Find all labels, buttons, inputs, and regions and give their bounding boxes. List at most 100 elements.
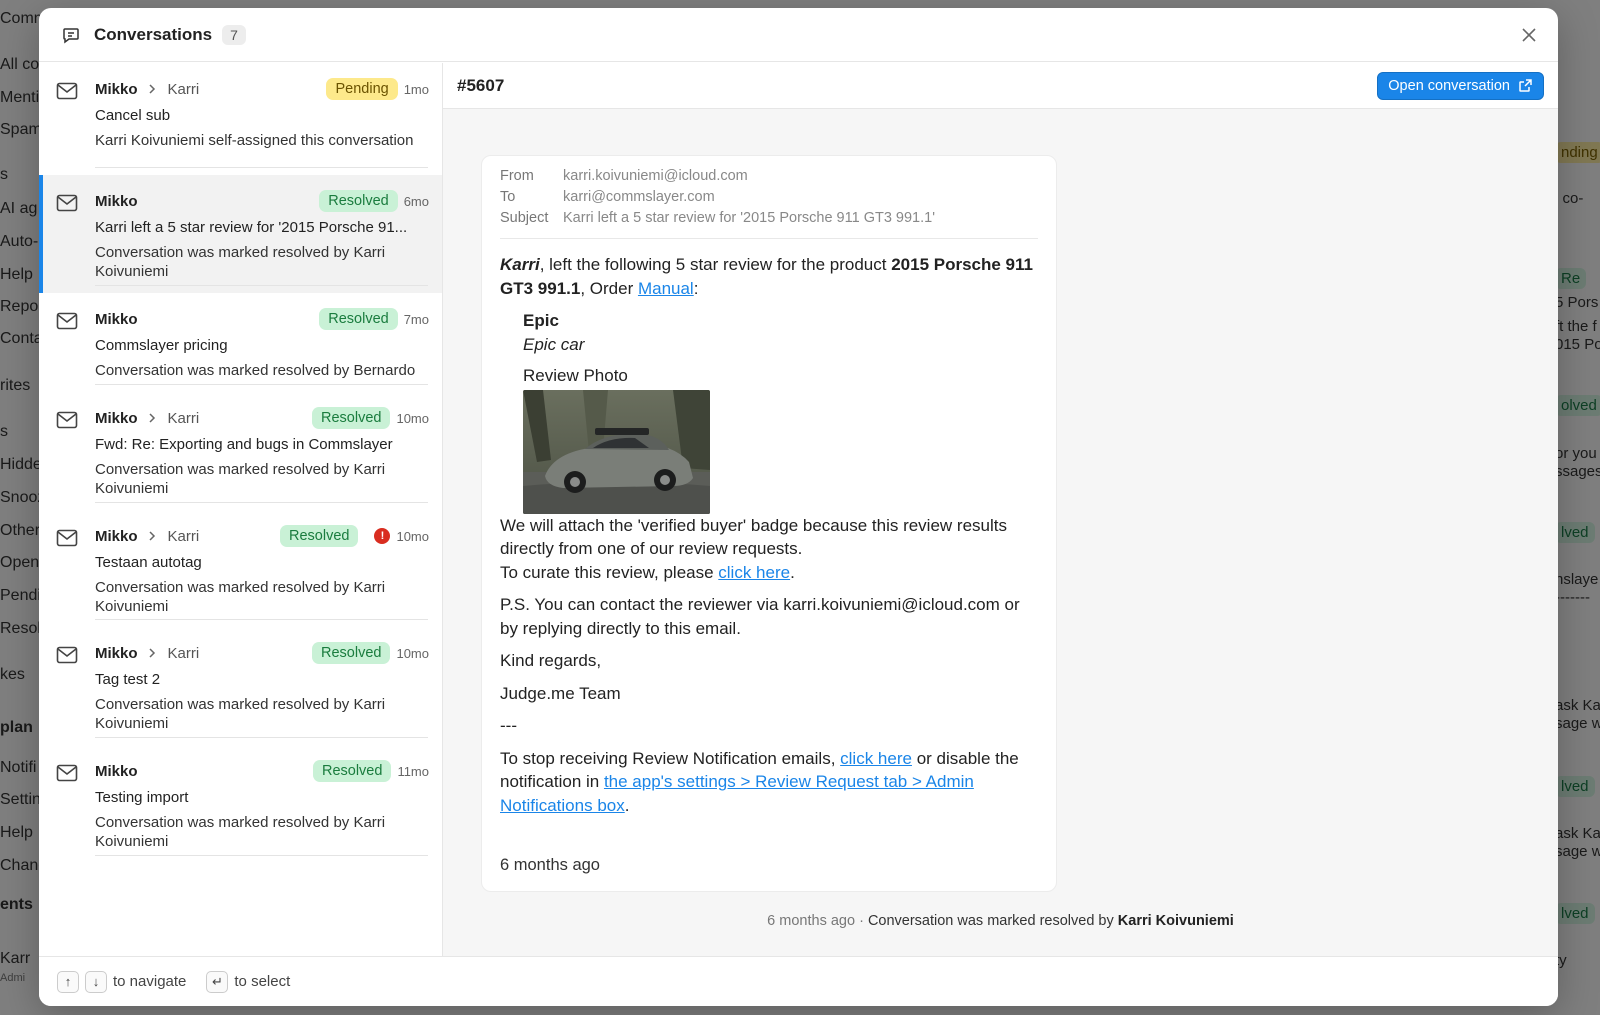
conversation-description: Conversation was marked resolved by Karr… (95, 696, 386, 732)
conversation-count-badge: 7 (222, 24, 246, 45)
conversation-item[interactable]: Mikko Resolved 7mo Commslayer pricing Conver… (39, 293, 442, 392)
open-conversation-label: Open conversation (1388, 77, 1510, 94)
conversation-description: Conversation was marked resolved by Karr… (95, 244, 386, 280)
keyboard-hints-footer: ↑ ↓ to navigate ↵ to select (39, 956, 1558, 1006)
activity-time: 6 months ago (767, 913, 856, 929)
conversation-from: Mikko (95, 310, 138, 328)
modal-header: Conversations 7 (39, 8, 1558, 62)
ps-paragraph: P.S. You can contact the reviewer via ka… (500, 595, 1020, 638)
from-value: karri.koivuniemi@icloud.com (563, 168, 748, 184)
conversation-item[interactable]: Mikko Karri Resolved 10mo Tag test 2 Conversa… (39, 627, 442, 745)
conversation-subject: Commslayer pricing (95, 337, 228, 354)
unsubscribe-link[interactable]: click here (840, 749, 912, 768)
reviewer-name: Karri (500, 255, 540, 274)
detail-header: #5607 Open conversation (443, 63, 1558, 109)
chevron-right-icon (148, 413, 158, 423)
list-separator (95, 619, 428, 620)
conversation-time: 10mo (396, 645, 429, 661)
conversation-time: 7mo (403, 311, 429, 327)
list-separator (95, 502, 428, 503)
conversation-description: Conversation was marked resolved by Karr… (95, 579, 386, 615)
conversation-detail: #5607 Open conversation From karri.koivu… (443, 63, 1558, 956)
chevron-right-icon (148, 84, 158, 94)
curate-link[interactable]: click here (718, 563, 790, 582)
conversation-time: 6mo (403, 193, 429, 209)
curate-text: To curate this review, please (500, 562, 719, 582)
conversations-modal: Conversations 7 Mikko Karri Pending 1mo Canc… (39, 8, 1558, 1006)
status-badge: Pending (326, 78, 398, 100)
review-quote: Epic Epic car Review Photo (523, 309, 1038, 514)
order-link[interactable]: Manual (638, 279, 694, 298)
period-2: . (624, 795, 630, 815)
conversation-description: Conversation was marked resolved by Karr… (95, 814, 386, 850)
envelope-icon (56, 194, 78, 212)
status-badge: Resolved (312, 642, 391, 664)
conversation-to: Karri (167, 527, 200, 545)
chevron-right-icon (148, 648, 158, 658)
envelope-icon (56, 764, 78, 782)
conversation-subject: Karri left a 5 star review for '2015 Por… (95, 219, 408, 236)
list-separator (95, 384, 428, 385)
subject-value: Karri left a 5 star review for '2015 Por… (563, 210, 935, 226)
subject-label: Subject (500, 210, 549, 226)
conversation-to: Karri (167, 409, 200, 427)
close-button[interactable] (1518, 24, 1540, 46)
envelope-icon (56, 529, 78, 547)
open-conversation-button[interactable]: Open conversation (1377, 71, 1544, 100)
conversation-item[interactable]: Mikko Karri Resolved 10mo Fwd: Re: Exporting… (39, 392, 442, 510)
to-label: To (500, 189, 516, 205)
conversation-subject: Cancel sub (95, 107, 171, 124)
enter-key: ↵ (206, 970, 229, 993)
arrow-up-key: ↑ (57, 970, 79, 993)
badge-paragraph: We will attach the 'verified buyer' badg… (500, 515, 1007, 559)
list-separator (95, 855, 428, 856)
review-photo[interactable] (523, 389, 710, 514)
team-signature: Judge.me Team (500, 683, 621, 703)
activity-text: Conversation was marked resolved by (867, 913, 1118, 929)
divider-text: --- (500, 716, 517, 735)
list-separator (95, 167, 428, 168)
review-photo-label: Review Photo (523, 366, 628, 385)
external-link-icon (1519, 79, 1532, 92)
envelope-icon (56, 82, 78, 100)
conversation-time: 10mo (396, 410, 429, 426)
conversation-time: 11mo (397, 763, 429, 779)
conversation-list: Mikko Karri Pending 1mo Cancel sub Karri Koiv… (39, 63, 443, 956)
arrow-down-key: ↓ (85, 970, 107, 993)
email-card: From karri.koivuniemi@icloud.com To karr… (481, 155, 1057, 892)
conversation-from: Mikko (95, 192, 138, 210)
select-hint: to select (234, 973, 291, 990)
status-badge: Resolved (319, 308, 398, 330)
conversation-from: Mikko (95, 527, 138, 545)
conversation-description: Conversation was marked resolved by Bern… (95, 362, 416, 379)
order-text: , Order (580, 278, 638, 298)
status-badge: Resolved (280, 525, 359, 547)
list-separator (95, 285, 428, 286)
review-body: Epic car (523, 334, 585, 354)
conversation-subject: Tag test 2 (95, 671, 161, 688)
envelope-icon (56, 646, 78, 664)
navigate-hint: to navigate (113, 973, 187, 990)
conversation-to: Karri (167, 644, 200, 662)
status-badge: Resolved (312, 760, 392, 782)
unsubscribe-paragraph: To stop receiving Review Notification em… (500, 747, 1038, 818)
envelope-icon (56, 312, 78, 330)
intro-text: , left the following 5 star review for t… (539, 255, 892, 274)
conversation-subject: Testaan autotag (95, 554, 202, 571)
conversation-time: 10mo (396, 528, 429, 544)
conversation-item[interactable]: Mikko Karri Resolved! 10mo Testaan autotag Co… (39, 510, 442, 627)
conversation-item[interactable]: Mikko Resolved 6mo Karri left a 5 star revi… (39, 175, 442, 293)
conversation-id: #5607 (457, 75, 505, 95)
conversation-to: Karri (167, 80, 200, 98)
conversation-item[interactable]: Mikko Resolved 11mo Testing import Conversat… (39, 745, 442, 863)
alert-icon: ! (374, 528, 391, 544)
regards: Kind regards, (500, 651, 602, 670)
stop-text: To stop receiving Review Notification em… (500, 748, 841, 768)
conversation-from: Mikko (95, 409, 138, 427)
email-intro: Karri, left the following 5 star review … (500, 253, 1038, 300)
to-value: karri@commslayer.com (563, 189, 715, 205)
conversation-item[interactable]: Mikko Karri Pending 1mo Cancel sub Karri Koiv… (39, 63, 442, 175)
review-title: Epic (523, 311, 559, 330)
conversation-subject: Fwd: Re: Exporting and bugs in Commslaye… (95, 436, 393, 453)
conversation-from: Mikko (95, 644, 138, 662)
